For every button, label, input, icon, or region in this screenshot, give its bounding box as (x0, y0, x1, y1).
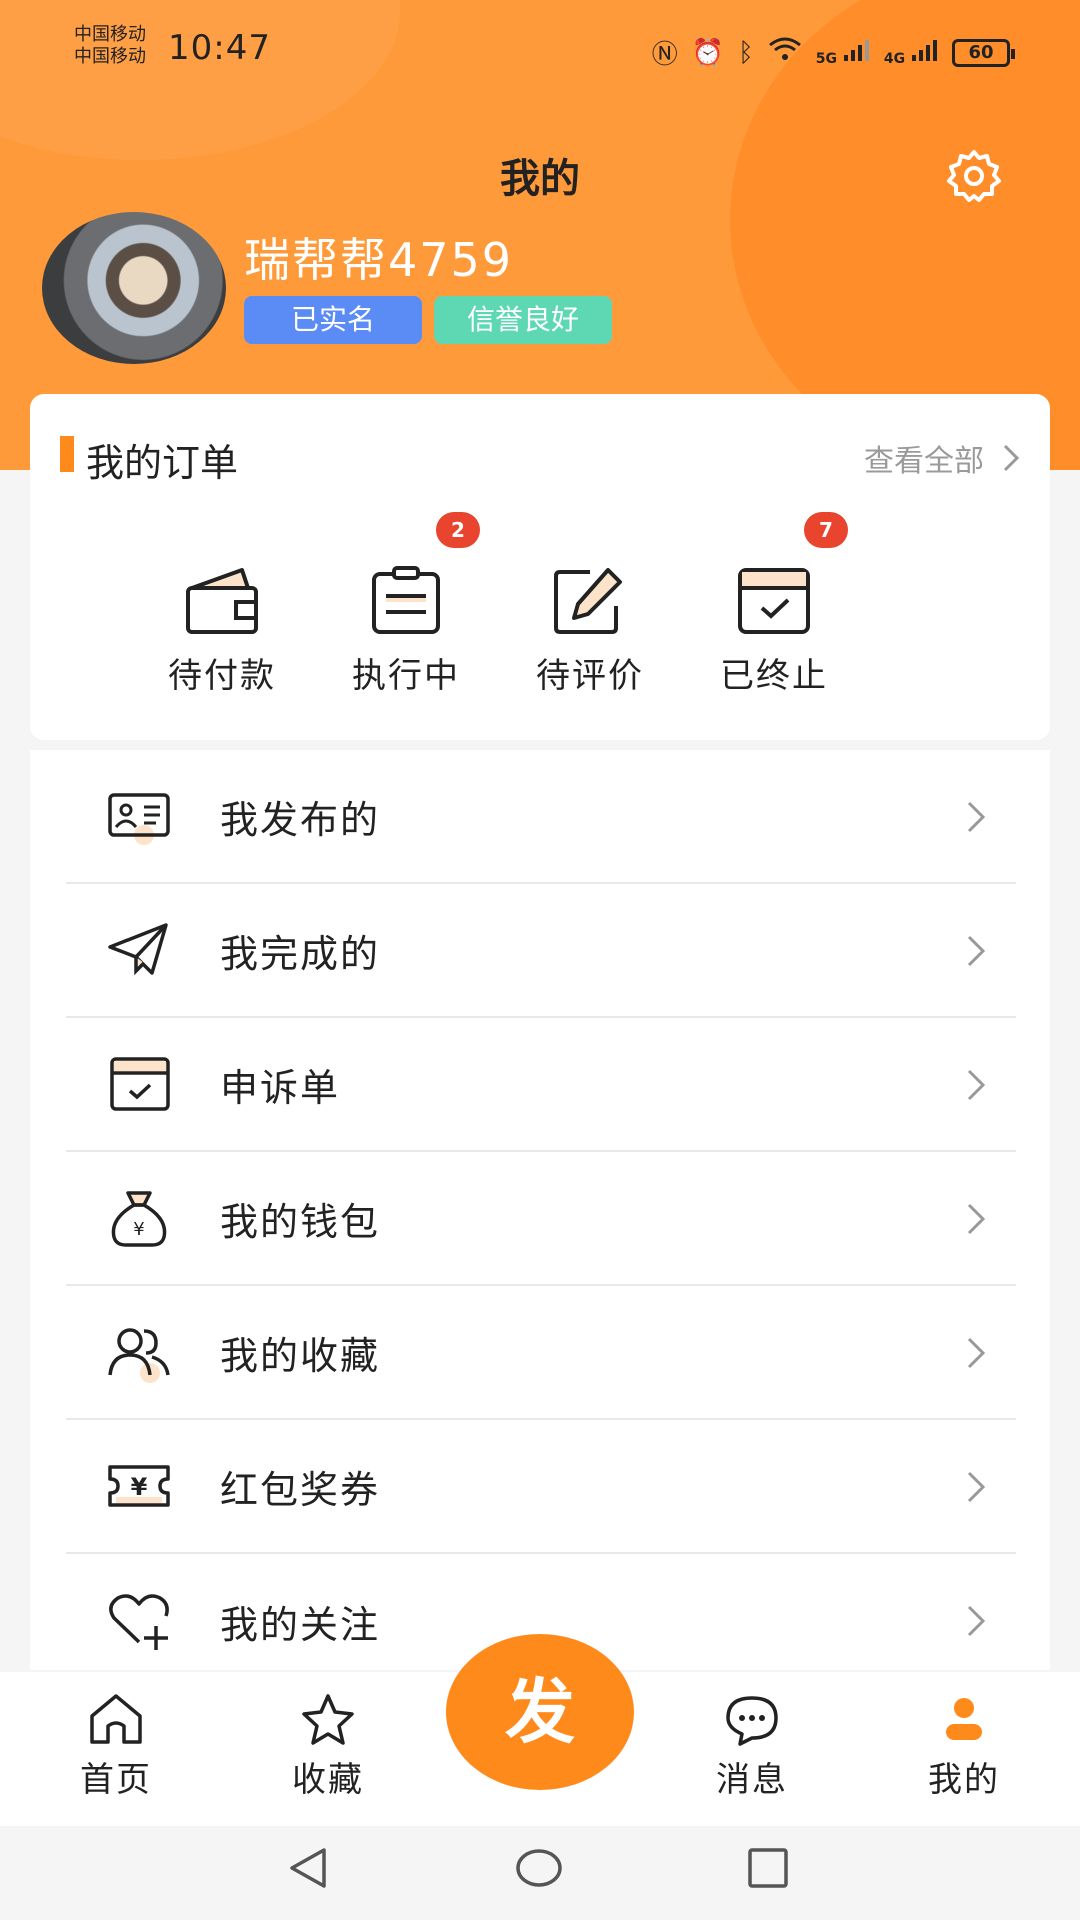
order-label: 待评价 (536, 656, 644, 696)
money-bag-icon: ¥ (111, 1191, 167, 1247)
menu-my-favorites[interactable]: 我的收藏 (66, 1286, 1016, 1420)
chevron-right-icon (967, 1605, 986, 1637)
user-icon (946, 1698, 982, 1740)
id-card-icon (108, 793, 170, 845)
count-badge: 7 (804, 512, 848, 548)
gear-icon[interactable] (944, 146, 1004, 206)
calendar-check-icon (738, 568, 810, 634)
menu-list: 我发布的 我完成的 申诉单 ¥ 我的钱包 我的收藏 ¥ 红包奖券 我的关注 (30, 750, 1050, 1670)
heart-plus-icon (109, 1594, 169, 1650)
chevron-right-icon (1003, 444, 1020, 472)
view-all-label: 查看全部 (864, 444, 984, 479)
menu-label: 我的收藏 (220, 1333, 381, 1378)
nav-home[interactable]: 首页 (56, 1692, 176, 1801)
menu-label: 申诉单 (220, 1065, 341, 1110)
carrier-2: 中国移动 (74, 46, 146, 67)
back-icon[interactable] (286, 1846, 330, 1890)
wifi-icon (768, 36, 802, 69)
wallet-icon (186, 568, 258, 634)
status-time: 10:47 (168, 28, 271, 68)
chat-bubble-icon (726, 1696, 778, 1746)
order-in-progress[interactable]: 2 执行中 (306, 512, 506, 697)
username: 瑞帮帮4759 (244, 233, 514, 287)
bluetooth-icon: ᛒ (738, 37, 754, 68)
svg-text:¥: ¥ (131, 1473, 148, 1501)
nfc-icon: Ⓝ (651, 40, 678, 70)
signal-4g-icon: 4G (884, 39, 938, 67)
order-to-review[interactable]: 待评价 (490, 566, 690, 697)
count-badge: 2 (436, 512, 480, 548)
network-4g-label: 4G (883, 50, 906, 67)
menu-coupons[interactable]: ¥ 红包奖券 (66, 1420, 1016, 1554)
order-label: 已终止 (720, 656, 828, 696)
page-title: 我的 (500, 156, 580, 202)
order-label: 待付款 (168, 656, 276, 696)
star-icon (302, 1694, 354, 1745)
orders-card: 我的订单 查看全部 待付款 2 执行中 待评价 7 已终止 (30, 394, 1050, 740)
status-bar: 中国移动 中国移动 10:47 Ⓝ ⏰ ᛒ 5G 4G 60 (0, 0, 1080, 100)
paper-plane-icon (108, 923, 168, 976)
signal-5g-icon: 5G (816, 39, 870, 67)
menu-label: 我的关注 (220, 1602, 381, 1647)
chevron-right-icon (967, 801, 986, 833)
home-icon (90, 1694, 142, 1744)
menu-my-completed[interactable]: 我完成的 (66, 884, 1016, 1018)
svg-text:¥: ¥ (133, 1219, 144, 1240)
order-label: 执行中 (352, 656, 460, 696)
recents-square-icon[interactable] (746, 1846, 790, 1890)
nav-label: 首页 (80, 1760, 152, 1800)
orders-title-accent (60, 436, 74, 472)
nav-favorites[interactable]: 收藏 (268, 1692, 388, 1801)
network-5g-label: 5G (815, 50, 838, 67)
battery-icon: 60 (952, 38, 1015, 67)
calendar-check-icon (110, 1057, 170, 1111)
menu-my-published[interactable]: 我发布的 (66, 750, 1016, 884)
verified-badge: 已实名 (244, 296, 422, 344)
nav-label: 消息 (716, 1760, 788, 1800)
menu-label: 我的钱包 (220, 1199, 381, 1244)
carrier-labels: 中国移动 中国移动 (74, 24, 146, 68)
nav-label: 收藏 (292, 1760, 364, 1800)
chevron-right-icon (967, 1337, 986, 1369)
order-terminated[interactable]: 7 已终止 (674, 512, 874, 697)
nav-messages[interactable]: 消息 (692, 1692, 812, 1801)
nav-mine[interactable]: 我的 (904, 1692, 1024, 1801)
nav-label: 我的 (928, 1760, 1000, 1800)
coupon-icon: ¥ (108, 1465, 170, 1507)
menu-label: 我发布的 (220, 797, 381, 842)
chevron-right-icon (967, 1203, 986, 1235)
order-pending-payment[interactable]: 待付款 (122, 566, 322, 697)
system-nav-bar (0, 1826, 1080, 1920)
home-circle-icon[interactable] (514, 1846, 564, 1890)
menu-label: 红包奖券 (220, 1467, 381, 1512)
menu-label: 我完成的 (220, 931, 381, 976)
credit-badge: 信誉良好 (434, 296, 612, 344)
publish-button[interactable]: 发 (446, 1634, 634, 1790)
status-icons: Ⓝ ⏰ ᛒ 5G 4G 60 (651, 34, 1015, 71)
users-icon (108, 1328, 170, 1383)
chevron-right-icon (967, 1069, 986, 1101)
edit-icon (554, 568, 622, 634)
menu-my-wallet[interactable]: ¥ 我的钱包 (66, 1152, 1016, 1286)
avatar[interactable] (42, 212, 226, 364)
orders-title: 我的订单 (86, 441, 239, 485)
view-all-orders-link[interactable]: 查看全部 (864, 436, 1020, 480)
chevron-right-icon (967, 935, 986, 967)
menu-appeals[interactable]: 申诉单 (66, 1018, 1016, 1152)
clipboard-icon (372, 566, 440, 634)
alarm-icon: ⏰ (691, 37, 725, 68)
chevron-right-icon (967, 1471, 986, 1503)
carrier-1: 中国移动 (74, 24, 146, 45)
